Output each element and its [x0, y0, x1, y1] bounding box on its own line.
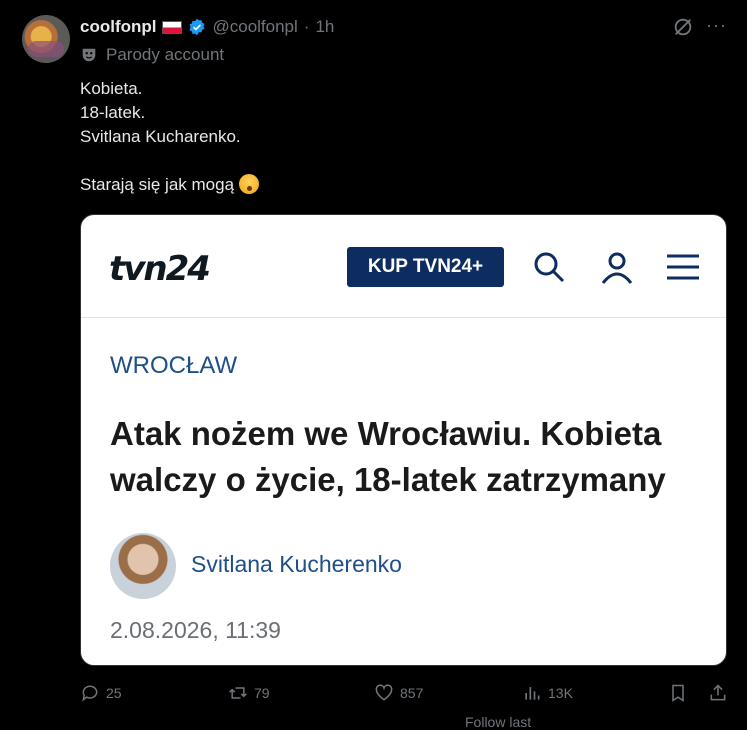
like-count: 857 — [400, 685, 424, 701]
author-name[interactable]: coolfonpl — [80, 17, 156, 37]
share-icon[interactable] — [708, 683, 728, 703]
views-icon — [525, 687, 540, 700]
profile-avatar[interactable] — [22, 15, 70, 63]
views-count: 13K — [548, 685, 573, 701]
article-headline[interactable]: Atak nożem we Wrocławiu. Kobieta walczy … — [110, 411, 710, 503]
heart-icon — [375, 684, 393, 701]
kup-tvn24-button[interactable]: KUP TVN24+ — [347, 247, 504, 287]
poland-flag-icon — [162, 20, 183, 34]
post-time[interactable]: 1h — [315, 17, 334, 37]
repost-count: 79 — [254, 685, 270, 701]
reply-button[interactable]: 25 — [80, 683, 122, 703]
views-button[interactable]: 13K — [522, 683, 573, 703]
like-button[interactable]: 857 — [374, 683, 423, 703]
theater-mask-icon — [82, 48, 96, 62]
repost-icon — [229, 687, 247, 699]
menu-icon[interactable] — [665, 249, 701, 285]
partial-footer-text: Follow last — [465, 714, 532, 730]
tweet-text-body: Kobieta. 18-latek. Svitlana Kucharenko. … — [80, 79, 241, 194]
link-card[interactable]: tvn24 KUP TVN24+ WROCŁAW Atak nożem we W… — [80, 214, 727, 666]
user-icon[interactable] — [599, 249, 635, 285]
separator-dot: · — [303, 17, 310, 36]
grok-icon[interactable] — [672, 16, 694, 38]
repost-button[interactable]: 79 — [228, 683, 270, 703]
tweet-actions: 25 79 857 13K — [80, 683, 730, 707]
card-header: tvn24 KUP TVN24+ — [81, 215, 726, 318]
more-options-icon[interactable]: ··· — [706, 15, 727, 36]
reply-count: 25 — [106, 685, 122, 701]
parody-text: Parody account — [106, 45, 225, 64]
search-icon[interactable] — [531, 249, 567, 285]
tweet-header: coolfonpl @coolfonpl · 1h — [80, 16, 334, 38]
article-category[interactable]: WROCŁAW — [110, 352, 237, 380]
author-handle[interactable]: @coolfonpl — [212, 17, 297, 37]
reply-icon — [82, 685, 98, 702]
article-author[interactable]: Svitlana Kucherenko — [191, 551, 402, 578]
tweet-text: Kobieta. 18-latek. Svitlana Kucharenko. … — [80, 77, 259, 197]
article-date: 2.08.2026, 11:39 — [110, 617, 281, 643]
hushed-face-emoji-icon — [238, 174, 259, 194]
verified-badge-icon — [190, 18, 205, 36]
tvn24-logo: tvn24 — [109, 249, 211, 289]
parody-label: Parody account — [80, 45, 224, 65]
author-photo — [110, 533, 176, 599]
bookmark-icon[interactable] — [668, 683, 688, 703]
